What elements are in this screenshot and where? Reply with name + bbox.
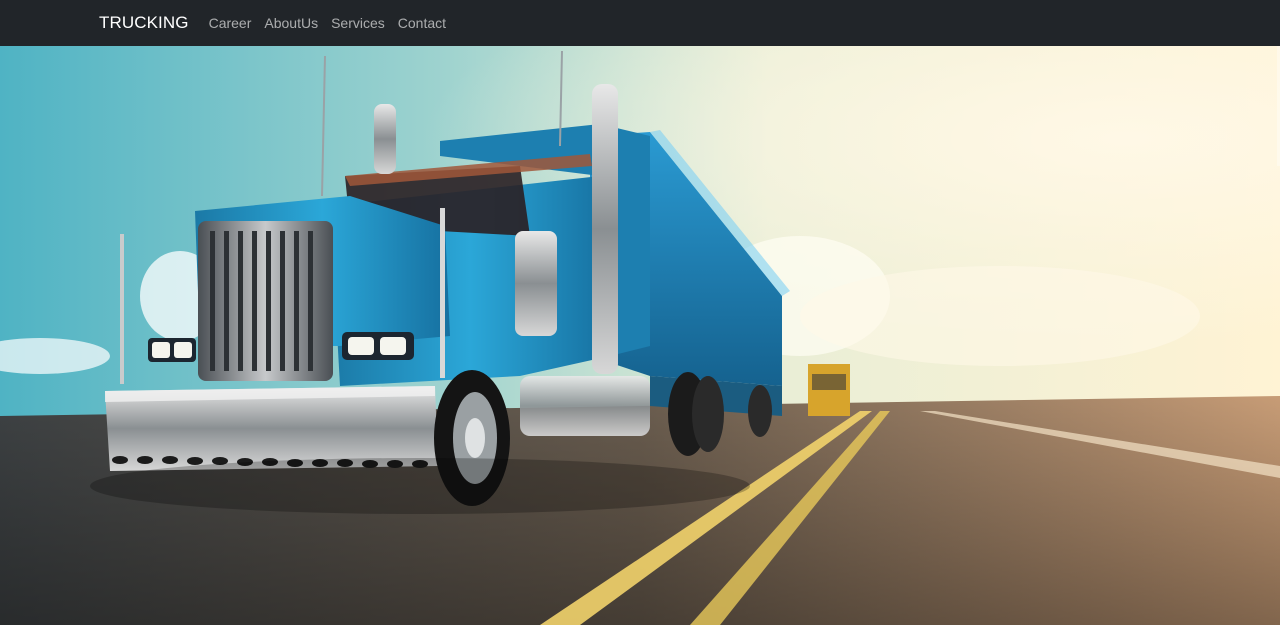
- hero-image: [0, 46, 1280, 625]
- nav-link-services[interactable]: Services: [331, 15, 385, 31]
- top-navbar: TRUCKING Career AboutUs Services Contact: [0, 0, 1280, 46]
- brand-logo[interactable]: TRUCKING: [99, 13, 189, 33]
- nav-link-contact[interactable]: Contact: [398, 15, 446, 31]
- nav-links: Career AboutUs Services Contact: [209, 15, 459, 31]
- nav-link-aboutus[interactable]: AboutUs: [264, 15, 318, 31]
- nav-link-career[interactable]: Career: [209, 15, 252, 31]
- truck-photo: [0, 46, 1280, 625]
